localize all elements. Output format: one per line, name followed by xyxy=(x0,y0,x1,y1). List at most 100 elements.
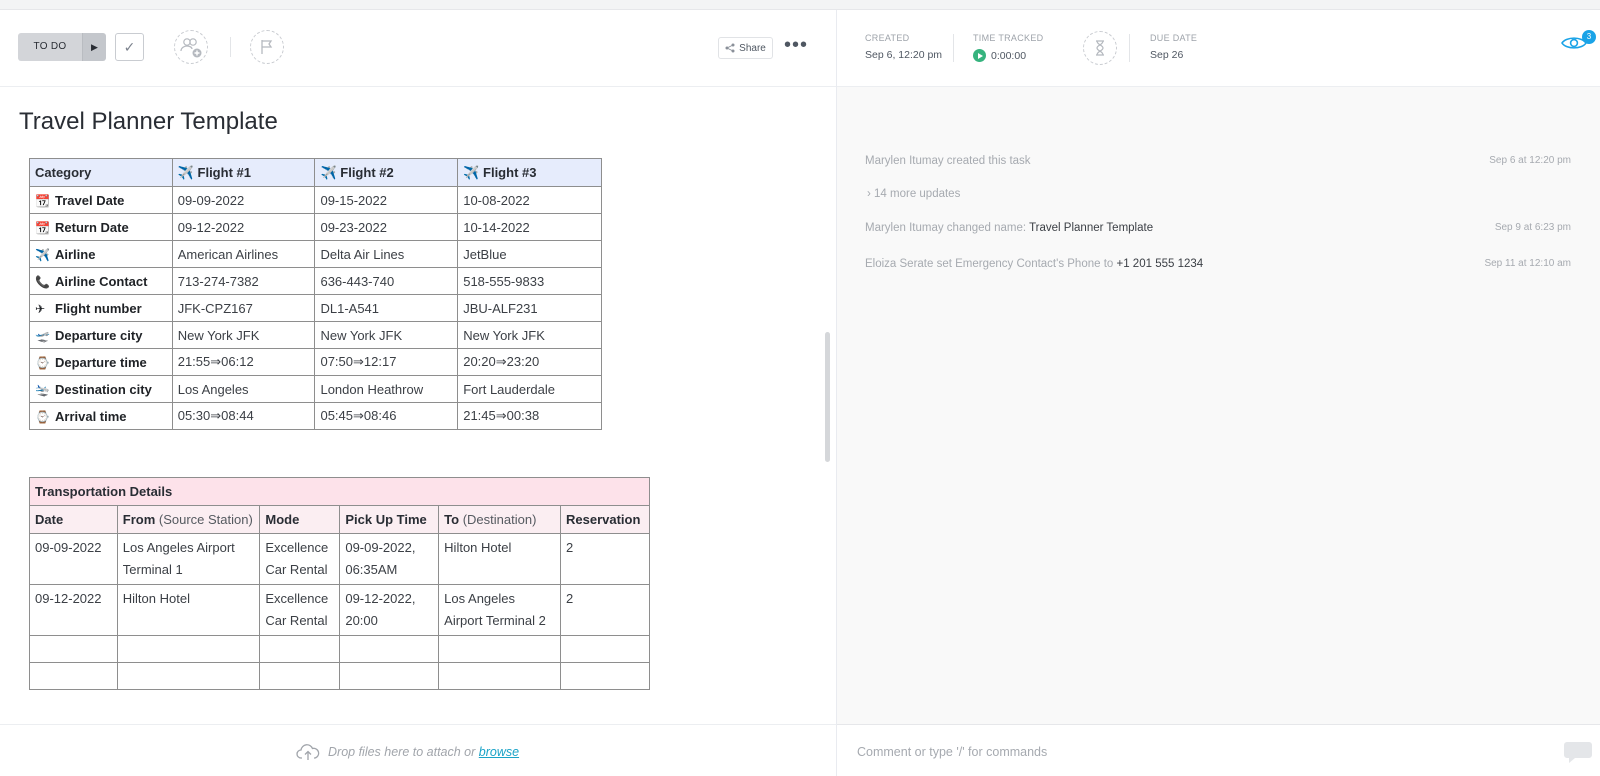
flights-category-cell[interactable]: ⌚ Arrival time xyxy=(29,402,173,430)
flights-value-cell[interactable]: 10-14-2022 xyxy=(457,213,602,241)
flights-value-cell[interactable]: JetBlue xyxy=(457,240,602,268)
flights-value-cell[interactable]: JFK-CPZ167 xyxy=(171,294,316,322)
transport-cell[interactable] xyxy=(29,662,118,690)
transport-caption[interactable]: Transportation Details xyxy=(29,477,650,506)
flights-value-cell[interactable]: 05:45⇒08:46 xyxy=(314,402,459,430)
transport-cell[interactable]: Los Angeles Airport Terminal 2 xyxy=(438,584,561,636)
transport-cell[interactable] xyxy=(29,635,118,663)
transport-cell[interactable]: 09-09-2022 xyxy=(29,533,118,585)
play-timer-icon[interactable] xyxy=(973,49,986,62)
transport-cell[interactable]: Excellence Car Rental xyxy=(259,533,341,585)
flights-value-cell[interactable]: 05:30⇒08:44 xyxy=(171,402,316,430)
transport-cell[interactable]: Hilton Hotel xyxy=(438,533,561,585)
transport-cell[interactable]: 2 xyxy=(559,584,651,636)
flights-header-cell[interactable]: Category xyxy=(29,158,173,187)
flights-value-cell[interactable]: 09-23-2022 xyxy=(314,213,459,241)
flights-category-cell[interactable]: 🛫 Departure city xyxy=(29,321,173,349)
category-label: Departure time xyxy=(55,354,147,370)
transport-header-cell[interactable]: From (Source Station) xyxy=(116,505,261,534)
flights-value-cell[interactable]: Los Angeles xyxy=(171,375,316,403)
flights-value-cell[interactable]: 09-12-2022 xyxy=(171,213,316,241)
row-emoji-icon: 🛬 xyxy=(35,382,50,397)
more-options-icon[interactable]: ••• xyxy=(784,35,808,55)
flights-value-cell[interactable]: DL1-A541 xyxy=(314,294,459,322)
comment-input[interactable]: Comment or type '/' for commands xyxy=(857,745,1047,759)
share-icon xyxy=(725,43,735,53)
flights-category-cell[interactable]: 📆 Travel Date xyxy=(29,186,173,214)
comment-box[interactable]: Comment or type '/' for commands xyxy=(837,724,1600,776)
flights-value-cell[interactable]: Delta Air Lines xyxy=(314,240,459,268)
flights-category-cell[interactable]: ✈ Flight number xyxy=(29,294,173,322)
share-button[interactable]: Share xyxy=(718,37,773,59)
flights-category-cell[interactable]: 📞 Airline Contact xyxy=(29,267,173,295)
flights-value-cell[interactable]: 636-443-740 xyxy=(314,267,459,295)
transport-header-cell[interactable]: To (Destination) xyxy=(438,505,561,534)
transport-cell[interactable] xyxy=(339,662,440,690)
category-label: Airline Contact xyxy=(55,273,148,289)
flights-header-cell[interactable]: ✈️ Flight #1 xyxy=(171,158,316,187)
transport-cell[interactable] xyxy=(116,635,261,663)
flights-value-cell[interactable]: New York JFK xyxy=(457,321,602,349)
header-main-label: Mode xyxy=(265,512,300,527)
due-date-meta[interactable]: DUE DATE Sep 26 xyxy=(1150,33,1197,61)
transport-cell[interactable]: Excellence Car Rental xyxy=(259,584,341,636)
flights-value-cell[interactable]: London Heathrow xyxy=(314,375,459,403)
time-tracked-meta[interactable]: TIME TRACKED 0:00:00 xyxy=(973,33,1043,62)
transport-cell[interactable]: 09-12-2022 xyxy=(29,584,118,636)
transport-cell[interactable]: Hilton Hotel xyxy=(116,584,261,636)
flights-value-cell[interactable]: 21:45⇒00:38 xyxy=(457,402,602,430)
transport-cell[interactable]: 2 xyxy=(559,533,651,585)
transport-cell[interactable] xyxy=(438,635,561,663)
flights-value-cell[interactable]: 21:55⇒06:12 xyxy=(171,348,316,376)
flights-value-cell[interactable]: Fort Lauderdale xyxy=(457,375,602,403)
assign-user-button[interactable] xyxy=(174,30,208,64)
transport-cell[interactable] xyxy=(259,635,341,663)
more-updates-toggle[interactable]: › 14 more updates xyxy=(867,188,960,200)
transport-header-cell[interactable]: Date xyxy=(29,505,118,534)
attachment-dropzone[interactable]: Drop files here to attach or browse xyxy=(0,724,836,776)
page-title[interactable]: Travel Planner Template xyxy=(19,108,278,136)
flights-value-cell[interactable]: 518-555-9833 xyxy=(457,267,602,295)
status-button[interactable]: TO DO ▶ xyxy=(18,33,106,61)
flights-value-cell[interactable]: 10-08-2022 xyxy=(457,186,602,214)
transport-header-cell[interactable]: Pick Up Time xyxy=(339,505,440,534)
transport-cell[interactable] xyxy=(259,662,341,690)
task-toolbar: TO DO ▶ ✓ Share ••• xyxy=(0,10,836,87)
flights-value-cell[interactable]: New York JFK xyxy=(314,321,459,349)
transport-cell[interactable] xyxy=(438,662,561,690)
flights-category-cell[interactable]: 🛬 Destination city xyxy=(29,375,173,403)
flights-value-cell[interactable]: 09-15-2022 xyxy=(314,186,459,214)
status-next-arrow-icon[interactable]: ▶ xyxy=(82,33,106,61)
flights-value-cell[interactable]: New York JFK xyxy=(171,321,316,349)
transport-cell[interactable]: Los Angeles Airport Terminal 1 xyxy=(116,533,261,585)
flights-value-cell[interactable]: 07:50⇒12:17 xyxy=(314,348,459,376)
priority-button[interactable] xyxy=(250,30,284,64)
transport-header-cell[interactable]: Mode xyxy=(259,505,341,534)
flights-header-cell[interactable]: ✈️ Flight #2 xyxy=(314,158,459,187)
transport-cell[interactable]: 09-09-2022, 06:35AM xyxy=(339,533,440,585)
flights-category-cell[interactable]: 📆 Return Date xyxy=(29,213,173,241)
flights-value-cell[interactable]: 09-09-2022 xyxy=(171,186,316,214)
flights-header-cell[interactable]: ✈️ Flight #3 xyxy=(457,158,602,187)
scrollbar-thumb[interactable] xyxy=(825,332,830,462)
flights-category-cell[interactable]: ✈️ Airline xyxy=(29,240,173,268)
transport-cell[interactable] xyxy=(339,635,440,663)
transport-cell[interactable]: 09-12-2022, 20:00 xyxy=(339,584,440,636)
flights-category-cell[interactable]: ⌚ Departure time xyxy=(29,348,173,376)
row-emoji-icon: ⌚ xyxy=(35,409,50,424)
flights-value-cell[interactable]: JBU-ALF231 xyxy=(457,294,602,322)
flights-value-cell[interactable]: American Airlines xyxy=(171,240,316,268)
flights-value-cell[interactable]: 713-274-7382 xyxy=(171,267,316,295)
transport-cell[interactable] xyxy=(559,662,651,690)
browse-link[interactable]: browse xyxy=(479,745,519,759)
flights-row: 🛫 Departure city New York JFK New York JFK N… xyxy=(29,321,602,349)
share-label: Share xyxy=(739,42,766,54)
transport-cell[interactable] xyxy=(559,635,651,663)
time-estimate-button[interactable] xyxy=(1083,31,1117,65)
status-label[interactable]: TO DO xyxy=(18,33,82,61)
flights-value-cell[interactable]: 20:20⇒23:20 xyxy=(457,348,602,376)
transport-header-cell[interactable]: Reservation xyxy=(559,505,651,534)
transport-row: 09-12-2022 Hilton Hotel Excellence Car Ren… xyxy=(29,584,651,636)
transport-cell[interactable] xyxy=(116,662,261,690)
complete-check-button[interactable]: ✓ xyxy=(115,33,144,61)
